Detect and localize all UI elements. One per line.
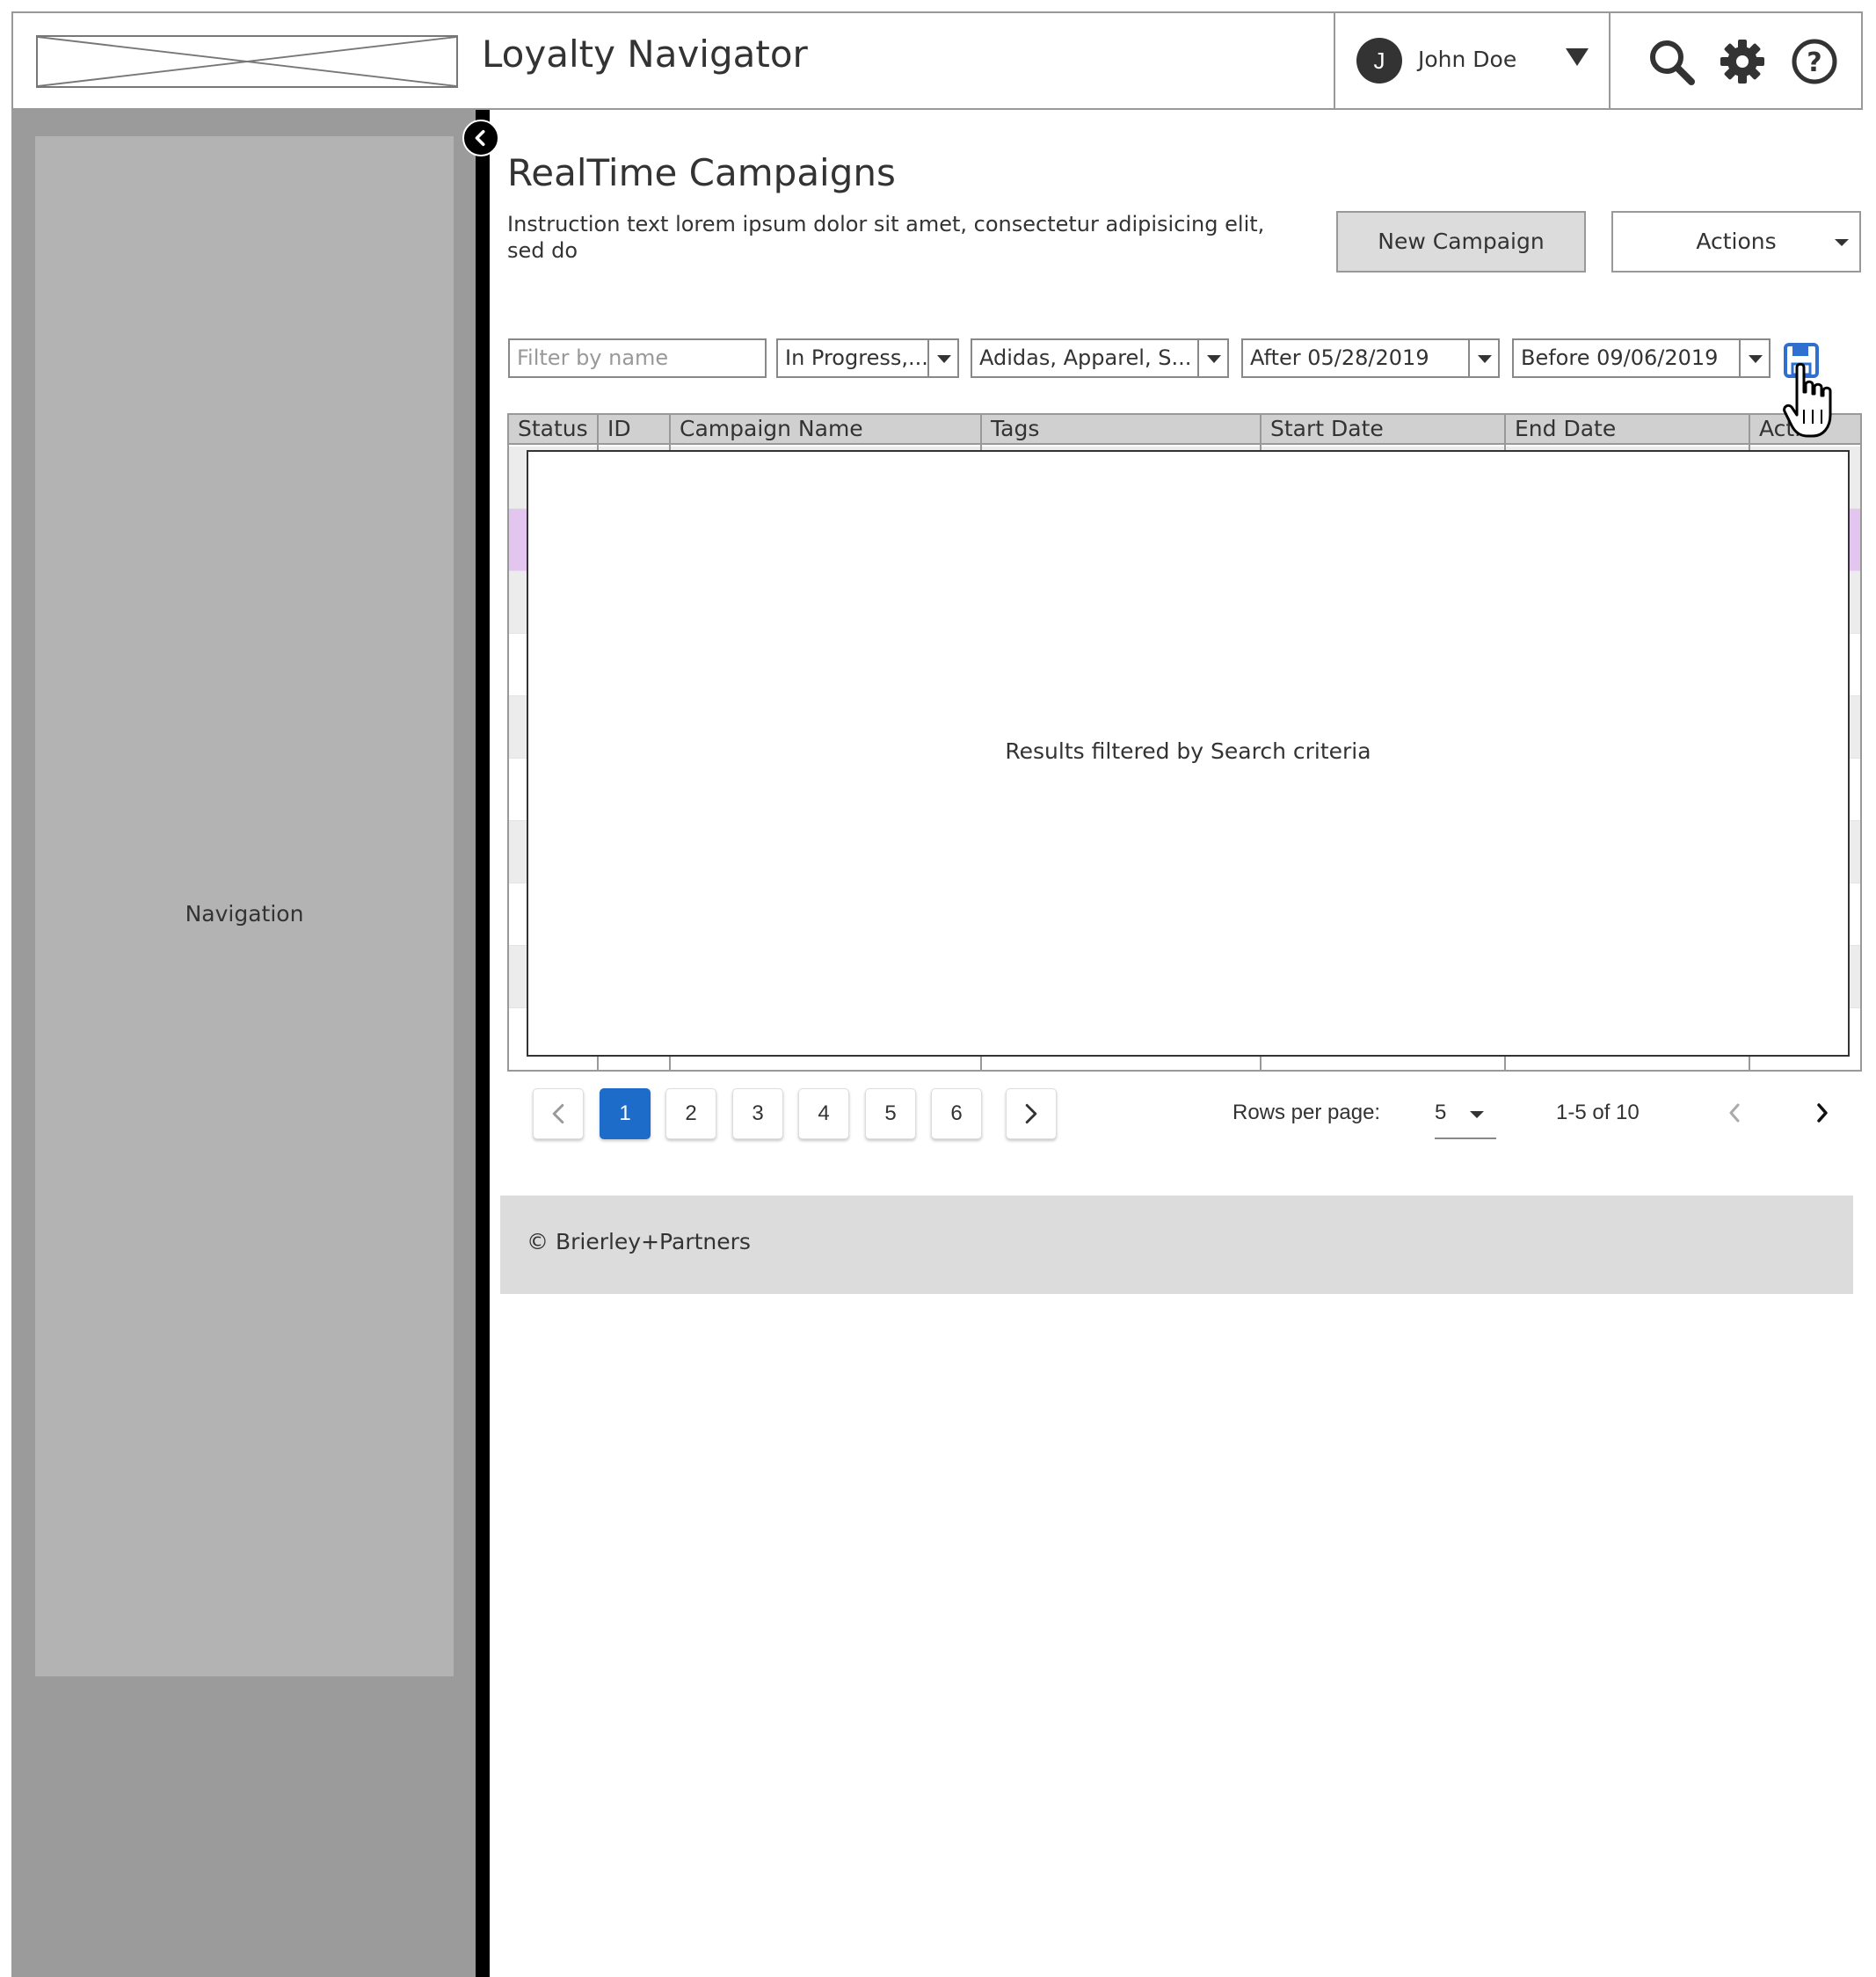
page-title: RealTime Campaigns	[507, 151, 896, 194]
user-menu[interactable]: J John Doe	[1334, 13, 1611, 108]
tags-filter-value: Adidas, Apparel, S...	[979, 345, 1192, 370]
column-header-start-date[interactable]: Start Date	[1262, 415, 1506, 443]
end-date-filter-value: Before 09/06/2019	[1521, 345, 1719, 370]
search-icon[interactable]	[1646, 36, 1697, 87]
new-campaign-button[interactable]: New Campaign	[1336, 211, 1586, 273]
rows-per-page-select[interactable]: 5	[1435, 1090, 1496, 1139]
page-button-3[interactable]: 3	[732, 1088, 783, 1139]
column-header-id[interactable]: ID	[599, 415, 671, 443]
table-header: Status ID Campaign Name Tags Start Date …	[509, 415, 1860, 445]
avatar[interactable]: J	[1356, 38, 1402, 84]
copyright-text: © Brierley+Partners	[527, 1229, 751, 1254]
svg-text:?: ?	[1807, 47, 1821, 78]
help-icon[interactable]: ?	[1789, 36, 1840, 87]
results-overlay: Results filtered by Search criteria	[527, 450, 1850, 1057]
chevron-down-icon	[1835, 239, 1849, 246]
chevron-right-icon	[1025, 1103, 1037, 1124]
app-header: Loyalty Navigator J John Doe ?	[11, 11, 1863, 110]
tags-filter-select[interactable]: Adidas, Apparel, S...	[971, 338, 1229, 378]
page-button-2[interactable]: 2	[665, 1088, 716, 1139]
page-button-4[interactable]: 4	[798, 1088, 849, 1139]
footer: © Brierley+Partners	[500, 1196, 1853, 1294]
chevron-down-icon[interactable]	[1566, 48, 1589, 66]
chevron-right-icon[interactable]	[1809, 1097, 1836, 1129]
page-button-5[interactable]: 5	[865, 1088, 916, 1139]
logo-placeholder-icon[interactable]	[36, 35, 458, 88]
chevron-left-icon	[552, 1103, 564, 1124]
status-filter-value: In Progress,...	[785, 345, 928, 370]
previous-page-button[interactable]	[533, 1088, 584, 1139]
gear-icon[interactable]	[1717, 36, 1768, 87]
column-header-status[interactable]: Status	[509, 415, 599, 443]
instruction-text: Instruction text lorem ipsum dolor sit a…	[507, 212, 1265, 263]
campaigns-table: Status ID Campaign Name Tags Start Date …	[507, 413, 1862, 1072]
chevron-down-icon	[1470, 1111, 1484, 1118]
sidebar-divider	[476, 110, 490, 1977]
rows-per-page-value: 5	[1435, 1101, 1447, 1124]
column-header-campaign-name[interactable]: Campaign Name	[671, 415, 982, 443]
chevron-down-icon[interactable]	[1197, 340, 1227, 376]
sidebar: Navigation	[11, 110, 476, 1977]
start-date-filter-value: After 05/28/2019	[1250, 345, 1429, 370]
next-page-button[interactable]	[1006, 1088, 1057, 1139]
hand-cursor-icon	[1781, 360, 1841, 441]
filter-name-input[interactable]: Filter by name	[508, 338, 767, 378]
status-filter-select[interactable]: In Progress,...	[776, 338, 959, 378]
results-filtered-message: Results filtered by Search criteria	[1005, 738, 1371, 764]
navigation-panel[interactable]: Navigation	[35, 136, 454, 1676]
page-range-text: 1-5 of 10	[1556, 1101, 1640, 1124]
chevron-down-icon[interactable]	[1468, 340, 1498, 376]
user-name[interactable]: John Doe	[1418, 47, 1516, 72]
column-header-end-date[interactable]: End Date	[1506, 415, 1750, 443]
chevron-left-icon[interactable]	[1721, 1097, 1748, 1129]
page-button-1[interactable]: 1	[600, 1088, 651, 1139]
chevron-down-icon[interactable]	[927, 340, 957, 376]
rows-per-page-label: Rows per page:	[1232, 1101, 1381, 1124]
navigation-label: Navigation	[185, 901, 304, 927]
app-title: Loyalty Navigator	[482, 33, 808, 76]
start-date-filter-select[interactable]: After 05/28/2019	[1241, 338, 1500, 378]
chevron-down-icon[interactable]	[1739, 340, 1769, 376]
actions-dropdown[interactable]: Actions	[1611, 211, 1861, 273]
column-header-tags[interactable]: Tags	[982, 415, 1262, 443]
collapse-chevron-icon[interactable]	[462, 120, 499, 156]
page-button-6[interactable]: 6	[931, 1088, 982, 1139]
actions-label: Actions	[1696, 229, 1777, 254]
end-date-filter-select[interactable]: Before 09/06/2019	[1512, 338, 1771, 378]
